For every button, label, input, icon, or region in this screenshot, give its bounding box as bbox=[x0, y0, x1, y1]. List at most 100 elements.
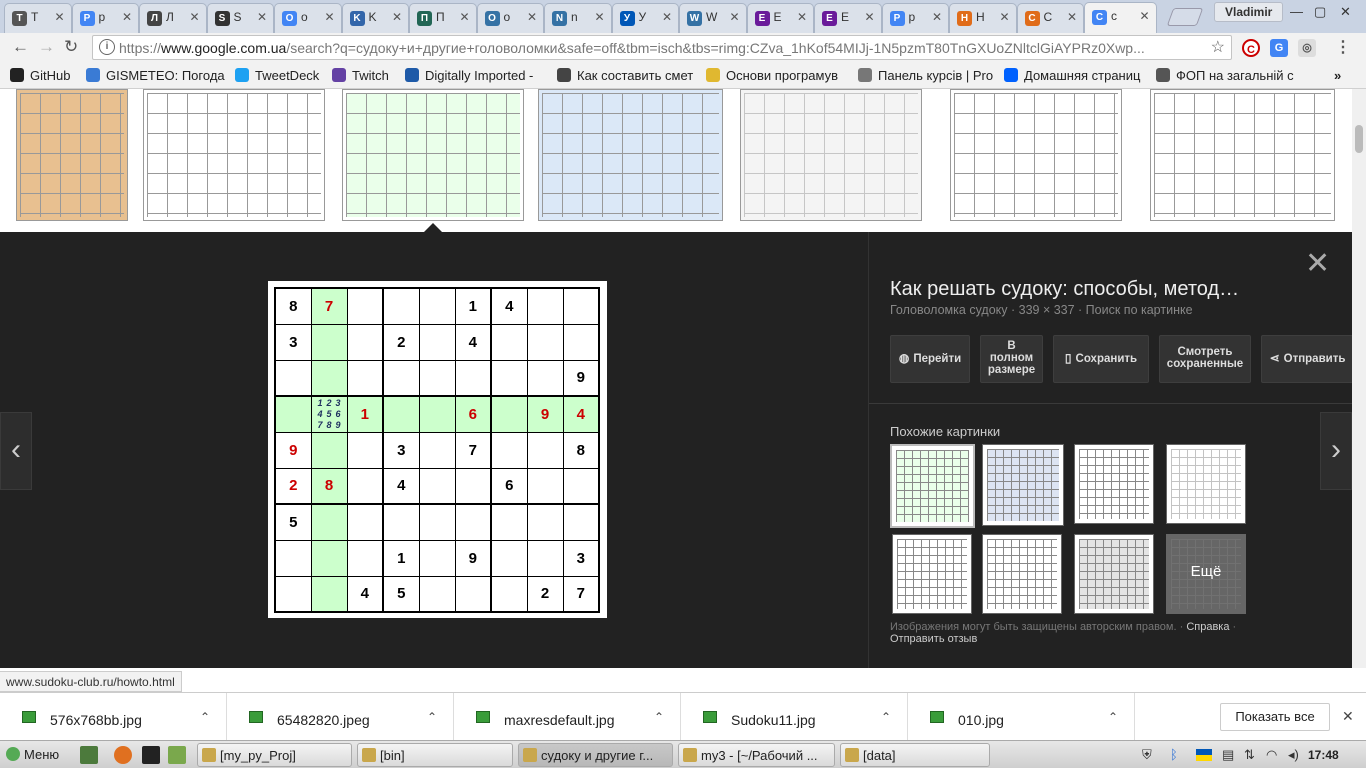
sudoku-cell[interactable]: 4 bbox=[490, 287, 528, 325]
sudoku-cell[interactable] bbox=[418, 395, 456, 433]
preview-image[interactable]: 8714324912345678916949378284651934527 bbox=[268, 281, 607, 618]
volume-icon[interactable]: ◂) bbox=[1288, 747, 1299, 763]
star-icon[interactable]: ☆ bbox=[1211, 37, 1225, 57]
sudoku-cell[interactable] bbox=[274, 359, 312, 397]
chevron-up-icon[interactable]: ⌃ bbox=[427, 710, 437, 724]
bookmark-item[interactable]: Основи програмув bbox=[706, 68, 838, 83]
maximize-icon[interactable]: ▢ bbox=[1314, 4, 1326, 20]
sudoku-cell[interactable]: 9 bbox=[274, 431, 312, 469]
browser-tab[interactable]: Л Л ✕ bbox=[139, 3, 207, 33]
sudoku-cell[interactable]: 4 bbox=[346, 575, 384, 613]
sudoku-cell[interactable]: 8 bbox=[274, 287, 312, 325]
sudoku-cell[interactable] bbox=[490, 323, 528, 361]
close-window-icon[interactable]: ✕ bbox=[1340, 4, 1351, 20]
download-item[interactable]: 65482820.jpeg ⌃ bbox=[227, 693, 454, 741]
image-result[interactable] bbox=[740, 89, 922, 221]
sudoku-cell[interactable] bbox=[526, 431, 564, 469]
taskbar-window-button[interactable]: [data] bbox=[840, 743, 990, 767]
browser-tab[interactable]: Н Н ✕ bbox=[949, 3, 1017, 33]
visit-button[interactable]: ◍ Перейти bbox=[890, 335, 970, 383]
browser-tab[interactable]: Nn ✕ bbox=[544, 3, 612, 33]
sudoku-cell[interactable] bbox=[310, 431, 348, 469]
image-title[interactable]: Как решать судоку: способы, метод… bbox=[890, 278, 1239, 301]
sudoku-cell[interactable] bbox=[526, 503, 564, 541]
close-tab-icon[interactable]: ✕ bbox=[324, 10, 334, 24]
similar-image[interactable] bbox=[1166, 444, 1246, 524]
terminal-icon[interactable] bbox=[142, 746, 160, 764]
sudoku-cell[interactable] bbox=[382, 395, 420, 433]
clock[interactable]: 17:48 bbox=[1308, 748, 1339, 762]
sudoku-cell[interactable]: 3 bbox=[274, 323, 312, 361]
sudoku-cell[interactable] bbox=[490, 503, 528, 541]
sudoku-cell[interactable] bbox=[490, 575, 528, 613]
sudoku-cell[interactable]: 1 bbox=[382, 539, 420, 577]
sudoku-cell[interactable]: 2 bbox=[274, 467, 312, 505]
sudoku-cell[interactable]: 5 bbox=[274, 503, 312, 541]
sudoku-cell[interactable] bbox=[346, 467, 384, 505]
sudoku-cell[interactable]: 7 bbox=[310, 287, 348, 325]
menu-icon[interactable]: ⋮ bbox=[1334, 39, 1352, 57]
sudoku-cell[interactable]: 9 bbox=[562, 359, 600, 397]
share-button[interactable]: ⋖ Отправить bbox=[1261, 335, 1353, 383]
prev-image-button[interactable]: ‹ bbox=[0, 412, 32, 490]
sudoku-cell[interactable]: 2 bbox=[382, 323, 420, 361]
bookmark-item[interactable]: TweetDeck bbox=[235, 68, 319, 83]
browser-tab[interactable]: Pp ✕ bbox=[881, 3, 949, 33]
sudoku-cell[interactable] bbox=[418, 359, 456, 397]
sudoku-cell[interactable] bbox=[454, 359, 492, 397]
sudoku-cell[interactable] bbox=[346, 359, 384, 397]
similar-image[interactable] bbox=[982, 444, 1064, 526]
browser-tab[interactable]: Oo ✕ bbox=[274, 3, 342, 33]
browser-tab[interactable]: С С ✕ bbox=[1016, 3, 1084, 33]
taskbar-window-button[interactable]: my3 - [~/Рабочий ... bbox=[678, 743, 835, 767]
taskbar-window-button[interactable]: [bin] bbox=[357, 743, 513, 767]
similar-image[interactable] bbox=[1074, 534, 1154, 614]
new-tab-button[interactable] bbox=[1166, 8, 1204, 26]
bluetooth-icon[interactable]: ᛒ bbox=[1170, 747, 1178, 762]
firefox-icon[interactable] bbox=[114, 746, 132, 764]
close-tab-icon[interactable]: ✕ bbox=[797, 10, 807, 24]
sudoku-cell[interactable] bbox=[526, 467, 564, 505]
close-tab-icon[interactable]: ✕ bbox=[392, 10, 402, 24]
image-result[interactable] bbox=[143, 89, 325, 221]
sudoku-cell[interactable] bbox=[526, 359, 564, 397]
browser-tab[interactable]: Pp ✕ bbox=[71, 3, 139, 33]
sudoku-cell[interactable] bbox=[346, 287, 384, 325]
sudoku-cell[interactable] bbox=[562, 467, 600, 505]
sudoku-cell[interactable] bbox=[310, 575, 348, 613]
browser-tab[interactable]: K K ✕ bbox=[341, 3, 409, 33]
info-icon[interactable]: i bbox=[99, 39, 115, 55]
browser-tab[interactable]: E E ✕ bbox=[814, 3, 882, 33]
forward-icon[interactable]: → bbox=[38, 37, 55, 57]
sudoku-cell[interactable]: 8 bbox=[562, 431, 600, 469]
help-link[interactable]: Справка bbox=[1186, 621, 1229, 633]
feedback-link[interactable]: Отправить отзыв bbox=[890, 633, 977, 645]
sudoku-cell[interactable] bbox=[418, 431, 456, 469]
sudoku-cell[interactable]: 1 bbox=[346, 395, 384, 433]
sudoku-cell[interactable]: 9 bbox=[526, 395, 564, 433]
sudoku-cell[interactable]: 6 bbox=[454, 395, 492, 433]
browser-tab[interactable]: П П ✕ bbox=[409, 3, 477, 33]
image-result[interactable] bbox=[1150, 89, 1335, 221]
sudoku-cell[interactable]: 7 bbox=[454, 431, 492, 469]
download-item[interactable]: maxresdefault.jpg ⌃ bbox=[454, 693, 681, 741]
chevron-up-icon[interactable]: ⌃ bbox=[1108, 710, 1118, 724]
sudoku-cell[interactable] bbox=[310, 503, 348, 541]
sudoku-cell[interactable] bbox=[382, 287, 420, 325]
shield-icon[interactable]: ⛨ bbox=[1142, 747, 1152, 763]
address-bar[interactable]: i https://www.google.com.ua/search?q=суд… bbox=[92, 35, 1232, 60]
sudoku-cell[interactable] bbox=[490, 395, 528, 433]
show-desktop-icon[interactable] bbox=[80, 746, 98, 764]
sudoku-cell[interactable]: 7 bbox=[562, 575, 600, 613]
sudoku-cell[interactable] bbox=[346, 503, 384, 541]
sudoku-cell[interactable] bbox=[526, 287, 564, 325]
sudoku-cell[interactable] bbox=[454, 467, 492, 505]
close-tab-icon[interactable]: ✕ bbox=[1067, 10, 1077, 24]
sudoku-cell[interactable] bbox=[346, 539, 384, 577]
sudoku-cell[interactable] bbox=[310, 359, 348, 397]
sudoku-cell[interactable] bbox=[382, 359, 420, 397]
browser-tab[interactable]: E E ✕ bbox=[746, 3, 814, 33]
back-icon[interactable]: ← bbox=[12, 37, 29, 57]
close-tab-icon[interactable]: ✕ bbox=[594, 10, 604, 24]
next-image-button[interactable]: › bbox=[1320, 412, 1352, 490]
